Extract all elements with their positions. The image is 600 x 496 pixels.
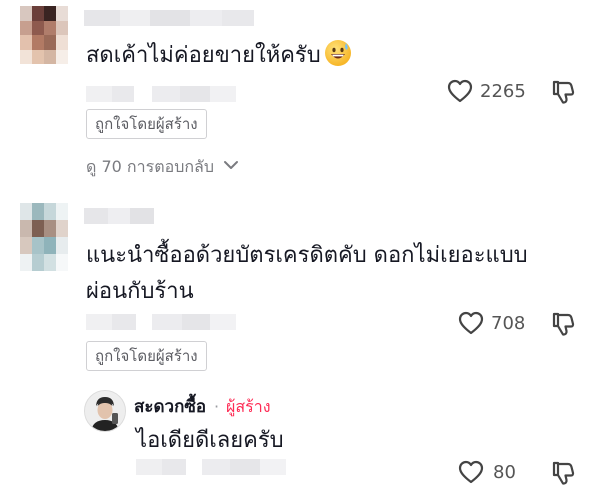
- like-button[interactable]: [447, 79, 473, 107]
- heart-outline-icon: [458, 311, 484, 335]
- grinning-sweat-emoji-icon: [324, 40, 351, 66]
- like-button[interactable]: [458, 460, 484, 488]
- meta-blurred: [136, 459, 286, 475]
- dislike-button[interactable]: [551, 79, 575, 109]
- comment-text: สดเค้าไม่ค่อยขายให้ครับ: [86, 38, 351, 74]
- comment-text-line: แนะนำซื้ออด้วยบัตรเครดิตคับ ดอกไม่เยอะแบ…: [86, 243, 528, 268]
- chevron-down-icon: [224, 161, 239, 169]
- heart-outline-icon: [447, 79, 473, 103]
- meta-blurred: [86, 314, 236, 330]
- reply-author[interactable]: สะดวกซื้อ: [134, 393, 206, 421]
- like-count: 2265: [480, 81, 526, 102]
- like-count: 708: [491, 313, 526, 334]
- reply-text: ไอเดียดีเลยครับ: [136, 428, 284, 453]
- dislike-button[interactable]: [551, 311, 575, 341]
- thumbs-down-outline-icon: [552, 461, 575, 485]
- thumbs-down-outline-icon: [552, 80, 575, 104]
- view-replies-label: ดู 70 การตอบกลับ: [86, 157, 214, 176]
- creator-liked-chip: ถูกใจโดยผู้สร้าง: [86, 341, 207, 371]
- commenter-avatar-blurred[interactable]: [20, 203, 68, 271]
- username-blurred[interactable]: [84, 208, 154, 224]
- commenter-avatar-blurred[interactable]: [20, 6, 68, 64]
- creator-avatar[interactable]: [84, 390, 126, 432]
- meta-blurred: [86, 86, 236, 102]
- thumbs-down-outline-icon: [552, 312, 575, 336]
- heart-outline-icon: [458, 460, 484, 484]
- separator-dot: ·: [214, 397, 220, 416]
- like-count: 80: [493, 462, 516, 483]
- username-blurred[interactable]: [84, 10, 254, 26]
- creator-badge: ผู้สร้าง: [226, 397, 271, 416]
- comment-text: แนะนำซื้ออด้วยบัตรเครดิตคับ ดอกไม่เยอะแบ…: [86, 238, 528, 310]
- view-replies-button[interactable]: ดู 70 การตอบกลับ: [86, 155, 239, 179]
- comment-text-line: สดเค้าไม่ค่อยขายให้ครับ: [86, 43, 321, 68]
- comment-text-line: ผ่อนกับร้าน: [86, 279, 194, 304]
- creator-liked-chip: ถูกใจโดยผู้สร้าง: [86, 109, 207, 139]
- dislike-button[interactable]: [551, 460, 575, 490]
- person-photo-icon: [85, 391, 125, 431]
- like-button[interactable]: [458, 311, 484, 339]
